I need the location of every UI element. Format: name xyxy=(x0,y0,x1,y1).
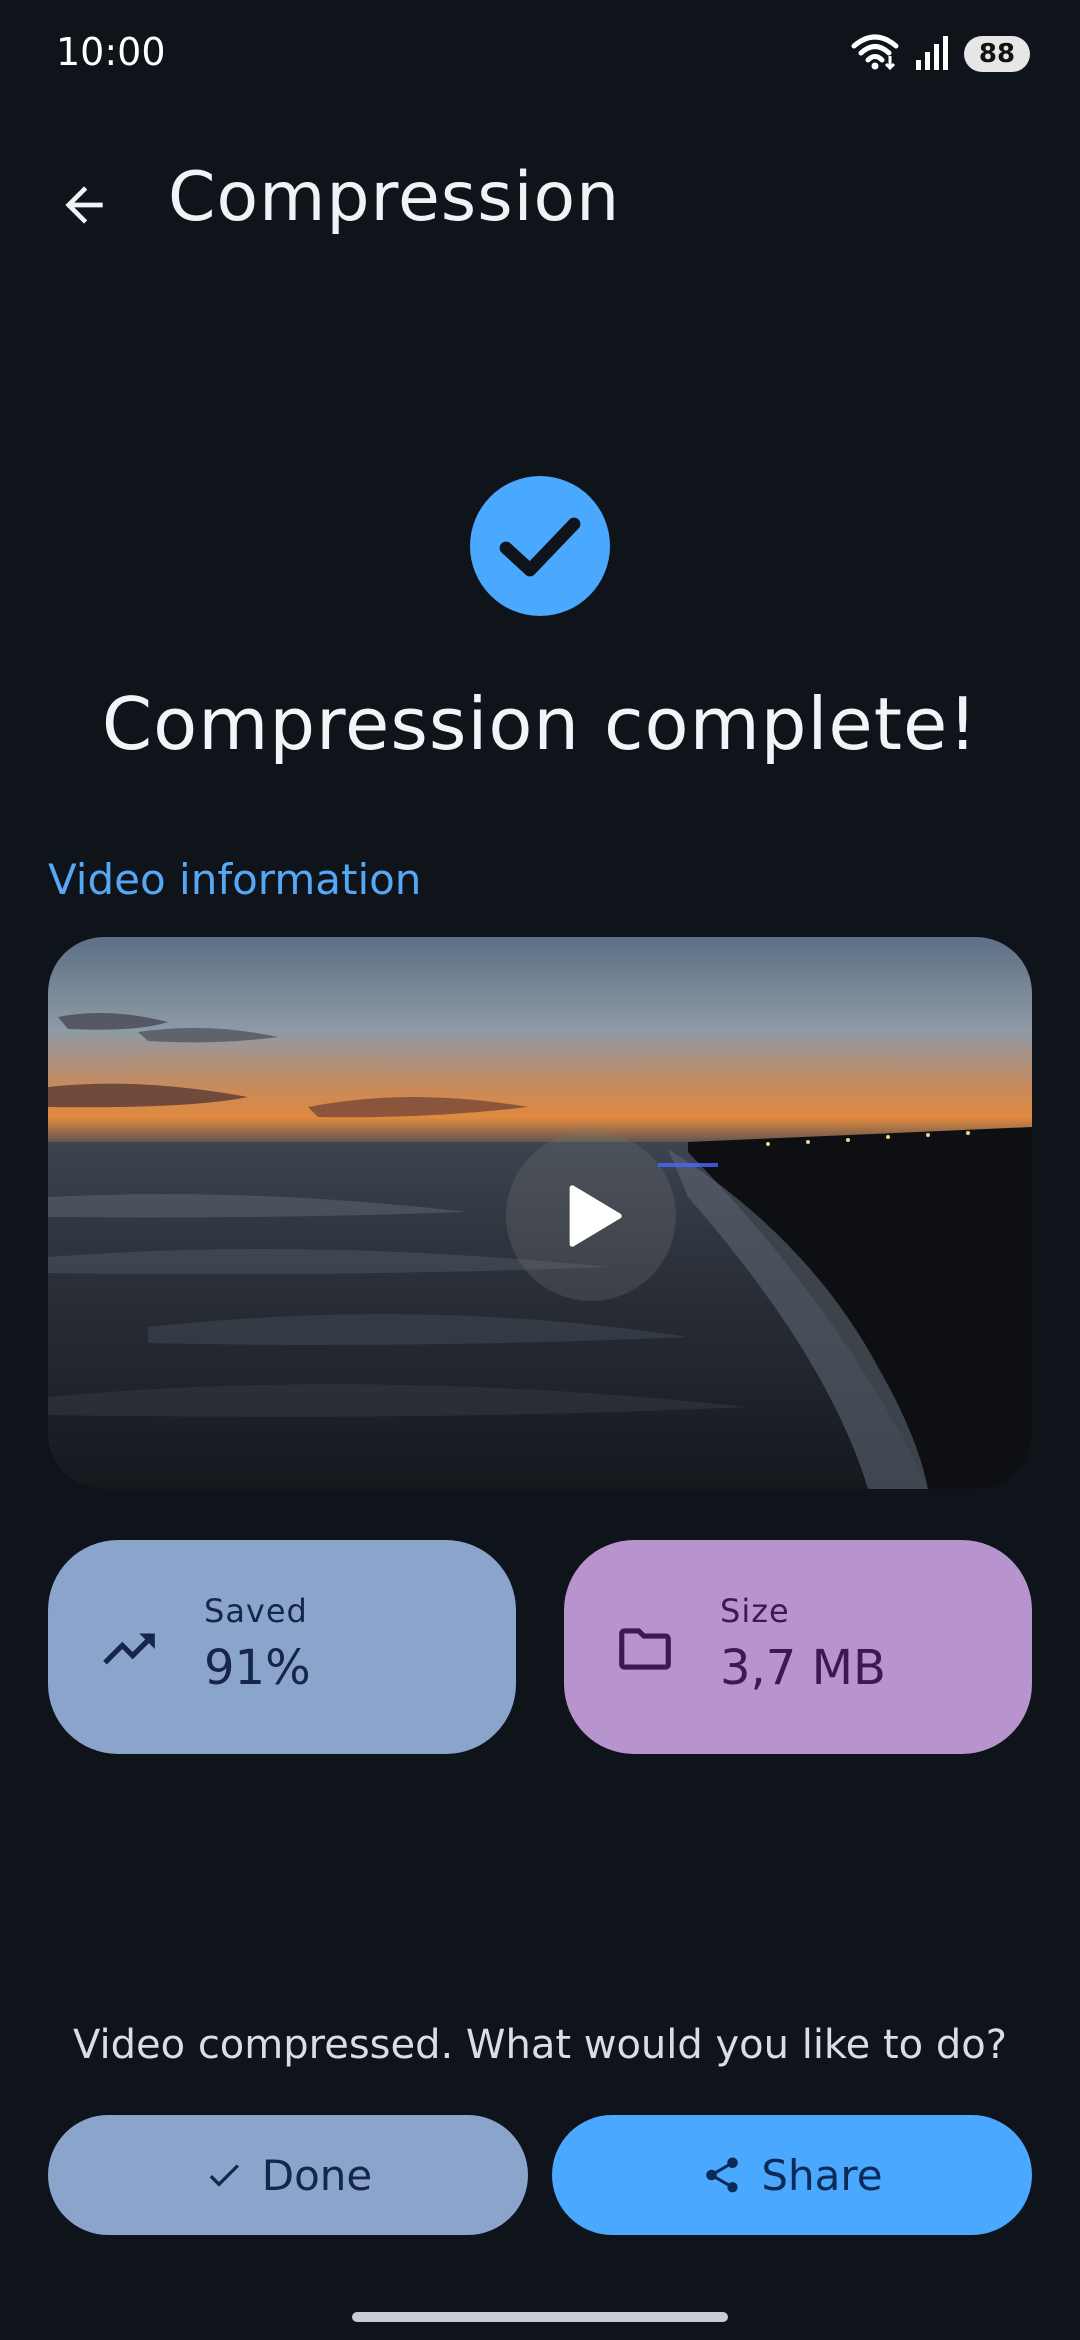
size-value: 3,7 MB xyxy=(720,1640,886,1696)
arrow-back-icon xyxy=(65,186,103,224)
saved-stat-card: Saved 91% xyxy=(48,1540,516,1754)
signal-icon xyxy=(914,34,950,74)
status-bar: 10:00 88 xyxy=(0,0,1080,110)
size-label: Size xyxy=(720,1592,790,1630)
saved-label: Saved xyxy=(204,1592,308,1630)
section-label-video-information: Video information xyxy=(48,855,422,904)
done-button[interactable]: Done xyxy=(48,2115,528,2235)
back-button[interactable] xyxy=(44,165,124,245)
saved-value: 91% xyxy=(204,1640,311,1696)
share-button[interactable]: Share xyxy=(552,2115,1032,2235)
battery-indicator: 88 xyxy=(964,36,1030,72)
share-label: Share xyxy=(761,2150,883,2200)
wifi-icon xyxy=(850,32,900,76)
folder-icon xyxy=(619,1628,671,1670)
play-icon xyxy=(569,1185,622,1247)
trending-up-icon xyxy=(103,1633,155,1665)
done-label: Done xyxy=(261,2150,373,2200)
size-stat-card: Size 3,7 MB xyxy=(564,1540,1032,1754)
success-check-icon xyxy=(470,476,610,616)
action-prompt: Video compressed. What would you like to… xyxy=(73,2022,1007,2068)
status-icons: 88 xyxy=(850,32,1030,76)
status-time: 10:00 xyxy=(56,30,166,74)
gesture-navigation-handle[interactable] xyxy=(352,2312,728,2322)
app-bar: Compression xyxy=(0,140,1080,260)
page-title: Compression xyxy=(168,158,621,237)
completion-headline: Compression complete! xyxy=(101,682,979,766)
play-button[interactable] xyxy=(506,1131,676,1301)
share-icon xyxy=(706,2157,739,2193)
video-preview[interactable] xyxy=(48,937,1032,1489)
check-icon xyxy=(209,2164,239,2187)
